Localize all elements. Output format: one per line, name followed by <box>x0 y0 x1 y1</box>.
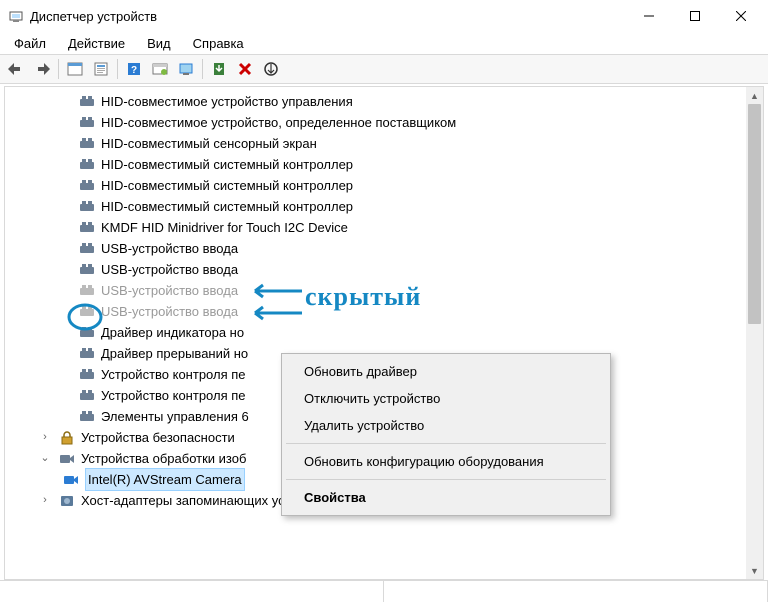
toolbar: ? <box>0 54 768 84</box>
minimize-button[interactable] <box>626 0 672 32</box>
context-menu-item[interactable]: Обновить конфигурацию оборудования <box>284 448 608 475</box>
device-label: Устройство контроля пе <box>101 364 246 385</box>
expand-icon[interactable]: › <box>39 427 51 448</box>
menu-bar: Файл Действие Вид Справка <box>0 32 768 54</box>
close-button[interactable] <box>718 0 764 32</box>
device-item[interactable]: HID-совместимый сенсорный экран <box>79 133 763 154</box>
maximize-button[interactable] <box>672 0 718 32</box>
update-driver-button[interactable] <box>174 57 198 81</box>
device-item[interactable]: Драйвер индикатора но <box>79 322 763 343</box>
device-label: HID-совместимое устройство, определенное… <box>101 112 456 133</box>
title-bar: Диспетчер устройств <box>0 0 768 32</box>
device-label: USB-устройство ввода <box>101 259 238 280</box>
disable-device-button[interactable] <box>259 57 283 81</box>
menu-file[interactable]: Файл <box>4 34 56 53</box>
collapse-icon[interactable]: ⌄ <box>39 448 51 469</box>
context-menu-separator <box>286 443 606 444</box>
device-icon <box>79 262 95 278</box>
device-item[interactable]: USB-устройство ввода <box>79 301 763 322</box>
device-icon <box>79 94 95 110</box>
device-icon <box>79 409 95 425</box>
scroll-thumb[interactable] <box>748 104 761 324</box>
device-label: Устройство контроля пе <box>101 385 246 406</box>
device-label: USB-устройство ввода <box>101 301 238 322</box>
storage-icon <box>59 493 75 509</box>
device-icon <box>79 136 95 152</box>
menu-help[interactable]: Справка <box>183 34 254 53</box>
device-label: HID-совместимый системный контроллер <box>101 196 353 217</box>
device-item[interactable]: HID-совместимый системный контроллер <box>79 196 763 217</box>
context-menu-item[interactable]: Отключить устройство <box>284 385 608 412</box>
device-icon <box>79 241 95 257</box>
forward-button[interactable] <box>30 57 54 81</box>
menu-view[interactable]: Вид <box>137 34 181 53</box>
device-label: USB-устройство ввода <box>101 238 238 259</box>
context-menu-item[interactable]: Удалить устройство <box>284 412 608 439</box>
device-tree-panel: HID-совместимое устройство управленияHID… <box>4 86 764 580</box>
enable-device-button[interactable] <box>207 57 231 81</box>
device-icon <box>79 346 95 362</box>
scroll-up-button[interactable]: ▲ <box>746 87 763 104</box>
device-icon <box>79 283 95 299</box>
device-item[interactable]: USB-устройство ввода <box>79 259 763 280</box>
device-label: Элементы управления 6 <box>101 406 249 427</box>
device-label: HID-совместимый системный контроллер <box>101 175 353 196</box>
camera-icon <box>63 472 79 488</box>
context-menu: Обновить драйверОтключить устройствоУдал… <box>281 353 611 516</box>
camera-icon <box>59 451 75 467</box>
uninstall-device-button[interactable] <box>233 57 257 81</box>
device-label: HID-совместимый системный контроллер <box>101 154 353 175</box>
menu-action[interactable]: Действие <box>58 34 135 53</box>
device-item[interactable]: HID-совместимое устройство управления <box>79 91 763 112</box>
device-icon <box>79 199 95 215</box>
device-icon <box>79 304 95 320</box>
scroll-track[interactable] <box>746 104 763 562</box>
window-title: Диспетчер устройств <box>30 9 626 24</box>
category-label: Устройства безопасности <box>81 427 235 448</box>
device-item[interactable]: HID-совместимый системный контроллер <box>79 175 763 196</box>
help-button[interactable]: ? <box>122 57 146 81</box>
device-item[interactable]: HID-совместимый системный контроллер <box>79 154 763 175</box>
properties-button[interactable] <box>89 57 113 81</box>
status-bar <box>0 580 768 602</box>
back-button[interactable] <box>4 57 28 81</box>
device-label: HID-совместимый сенсорный экран <box>101 133 317 154</box>
device-label: Драйвер индикатора но <box>101 322 244 343</box>
device-icon <box>79 388 95 404</box>
device-item[interactable]: USB-устройство ввода <box>79 238 763 259</box>
device-item[interactable]: KMDF HID Minidriver for Touch I2C Device <box>79 217 763 238</box>
app-icon <box>8 8 24 24</box>
scan-hardware-button[interactable] <box>148 57 172 81</box>
context-menu-item[interactable]: Обновить драйвер <box>284 358 608 385</box>
device-item[interactable]: HID-совместимое устройство, определенное… <box>79 112 763 133</box>
device-icon <box>79 157 95 173</box>
context-menu-separator <box>286 479 606 480</box>
lock-icon <box>59 430 75 446</box>
context-menu-item[interactable]: Свойства <box>284 484 608 511</box>
device-label: Драйвер прерываний но <box>101 343 248 364</box>
scroll-down-button[interactable]: ▼ <box>746 562 763 579</box>
device-icon <box>79 115 95 131</box>
show-hide-console-button[interactable] <box>63 57 87 81</box>
category-label: Устройства обработки изоб <box>81 448 246 469</box>
device-icon <box>79 367 95 383</box>
device-label: HID-совместимое устройство управления <box>101 91 353 112</box>
device-label: Intel(R) AVStream Camera <box>85 468 245 491</box>
device-item[interactable]: USB-устройство ввода <box>79 280 763 301</box>
device-icon <box>79 178 95 194</box>
svg-text:?: ? <box>131 65 137 76</box>
device-label: USB-устройство ввода <box>101 280 238 301</box>
device-icon <box>79 220 95 236</box>
device-icon <box>79 325 95 341</box>
expand-icon[interactable]: › <box>39 490 51 511</box>
device-label: KMDF HID Minidriver for Touch I2C Device <box>101 217 348 238</box>
vertical-scrollbar[interactable]: ▲ ▼ <box>746 87 763 579</box>
